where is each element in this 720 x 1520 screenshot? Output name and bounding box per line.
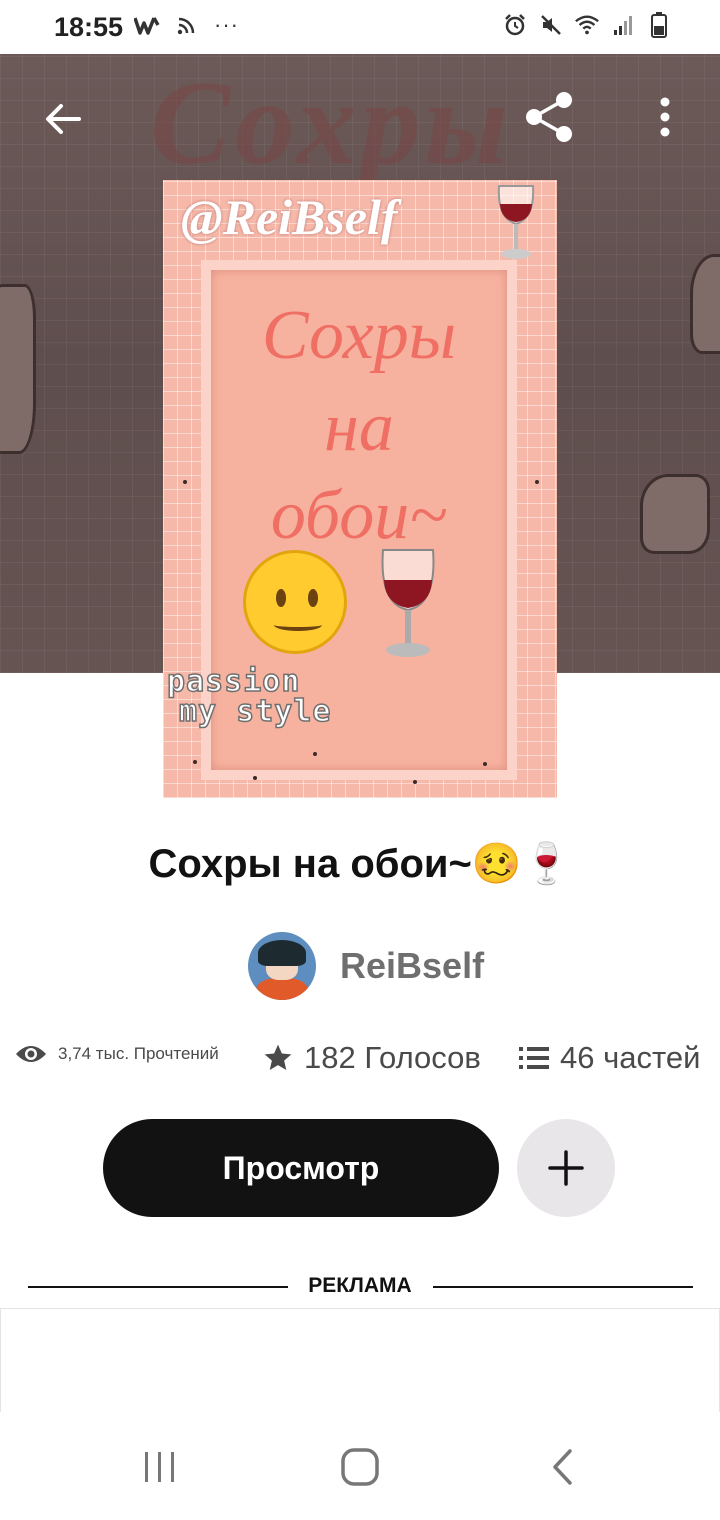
cover-handle: @ReiBself (181, 189, 398, 245)
cover-dot (535, 480, 539, 484)
stat-reads: 3,74 тыс. Прочтений (14, 1042, 219, 1066)
ad-container[interactable] (0, 1308, 720, 1412)
recent-apps-button[interactable] (130, 1442, 190, 1492)
avatar[interactable] (248, 932, 316, 1000)
read-button[interactable]: Просмотр (103, 1119, 499, 1217)
story-cover[interactable]: @ReiBself Сохры на обои~ passion my styl… (163, 180, 557, 798)
more-vertical-icon (660, 97, 670, 137)
star-icon (264, 1044, 292, 1070)
status-bar: 18:55 ··· (0, 0, 720, 54)
cover-dot (313, 752, 317, 756)
home-button[interactable] (330, 1442, 390, 1492)
home-icon (341, 1448, 379, 1486)
status-time: 18:55 (54, 12, 124, 42)
wifi-icon (574, 12, 600, 38)
stat-parts-text: 46 частей (560, 1040, 701, 1075)
add-to-library-button[interactable] (517, 1119, 615, 1217)
hero-decoration-right-low (640, 474, 710, 554)
cover-dot (483, 762, 487, 766)
stat-votes: 182 Голосов (262, 1040, 481, 1076)
status-left-icons: ··· (134, 12, 239, 38)
stat-reads-text: 3,74 тыс. Прочтений (58, 1044, 219, 1063)
hero-background-word: Сохры (150, 56, 512, 189)
cover-dot (253, 776, 257, 780)
cast-icon (174, 12, 200, 38)
system-nav-bar (0, 1412, 720, 1520)
woozy-face-icon (243, 550, 347, 654)
chevron-left-icon (553, 1449, 572, 1485)
share-button[interactable] (514, 82, 584, 152)
story-stats: 3,74 тыс. Прочтений 182 Голосов 46 часте… (0, 1040, 720, 1088)
battery-icon (646, 12, 672, 38)
system-back-button[interactable] (532, 1442, 592, 1492)
cover-title-line-3: обои~ (270, 477, 448, 554)
ad-divider-line-right (433, 1286, 693, 1288)
share-icon (526, 92, 572, 142)
signal-icon (610, 12, 636, 38)
plus-icon (548, 1150, 584, 1186)
wine-glass-large-icon (381, 549, 435, 657)
cover-dot (413, 780, 417, 784)
cover-title-line-1: Сохры (261, 297, 457, 374)
more-options-button[interactable] (630, 82, 700, 152)
wine-glass-icon (497, 185, 535, 259)
status-right-icons (502, 12, 672, 38)
author-row[interactable]: ReiBself (248, 932, 484, 1000)
eye-icon (16, 1046, 46, 1062)
stat-parts: 46 частей (518, 1040, 700, 1076)
cover-caption-line-2: my style (178, 693, 332, 730)
cover-title-line-2: на (324, 389, 394, 466)
story-title: Сохры на обои~🥴🍷 (148, 842, 572, 886)
mute-icon (538, 12, 564, 38)
list-icon (519, 1047, 549, 1069)
hero-decoration-right (690, 254, 720, 354)
ad-divider: РЕКЛАМА (0, 1272, 720, 1304)
arrow-left-icon (46, 104, 81, 134)
cover-dot (193, 760, 197, 764)
recent-apps-icon (145, 1452, 174, 1482)
more-notifications-icon: ··· (214, 12, 239, 37)
wattpad-icon (134, 12, 160, 38)
cover-dot (183, 480, 187, 484)
alarm-icon (502, 12, 528, 38)
back-button[interactable] (28, 84, 98, 154)
author-name[interactable]: ReiBself (340, 945, 484, 987)
hero-decoration-left (0, 284, 36, 454)
stat-votes-text: 182 Голосов (304, 1040, 481, 1075)
